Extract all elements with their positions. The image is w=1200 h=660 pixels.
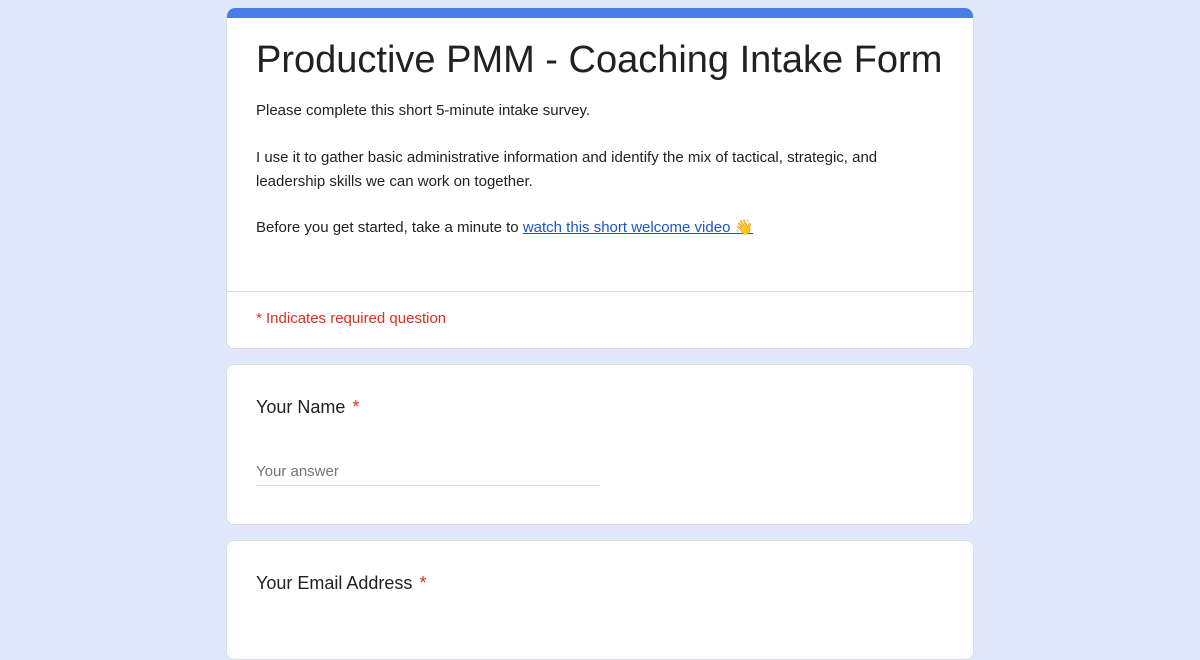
form-description-purpose: I use it to gather basic administrative … xyxy=(256,149,878,190)
question-label: Your Name xyxy=(256,397,346,417)
required-asterisk: * xyxy=(419,573,427,593)
form-title: Productive PMM - Coaching Intake Form xyxy=(256,39,943,81)
question-title-name: Your Name * xyxy=(256,395,359,419)
question-title-email: Your Email Address * xyxy=(256,571,426,595)
welcome-video-link[interactable]: watch this short welcome video 👋 xyxy=(523,219,753,236)
required-asterisk: * xyxy=(352,397,360,417)
name-answer-input[interactable] xyxy=(256,457,600,486)
video-prompt-text: Before you get started, take a minute to xyxy=(256,219,523,236)
form-column: Productive PMM - Coaching Intake Form Pl… xyxy=(226,8,974,660)
question-label: Your Email Address xyxy=(256,573,413,593)
form-description-video: Before you get started, take a minute to… xyxy=(256,216,946,240)
form-description-intro: Please complete this short 5-minute inta… xyxy=(256,102,591,119)
form-header-card: Productive PMM - Coaching Intake Form Pl… xyxy=(226,8,974,349)
question-card-email: Your Email Address * xyxy=(226,540,974,660)
question-card-name: Your Name * xyxy=(226,364,974,525)
required-question-note: * Indicates required question xyxy=(256,310,447,327)
header-divider xyxy=(227,291,973,292)
accent-bar xyxy=(227,8,973,18)
